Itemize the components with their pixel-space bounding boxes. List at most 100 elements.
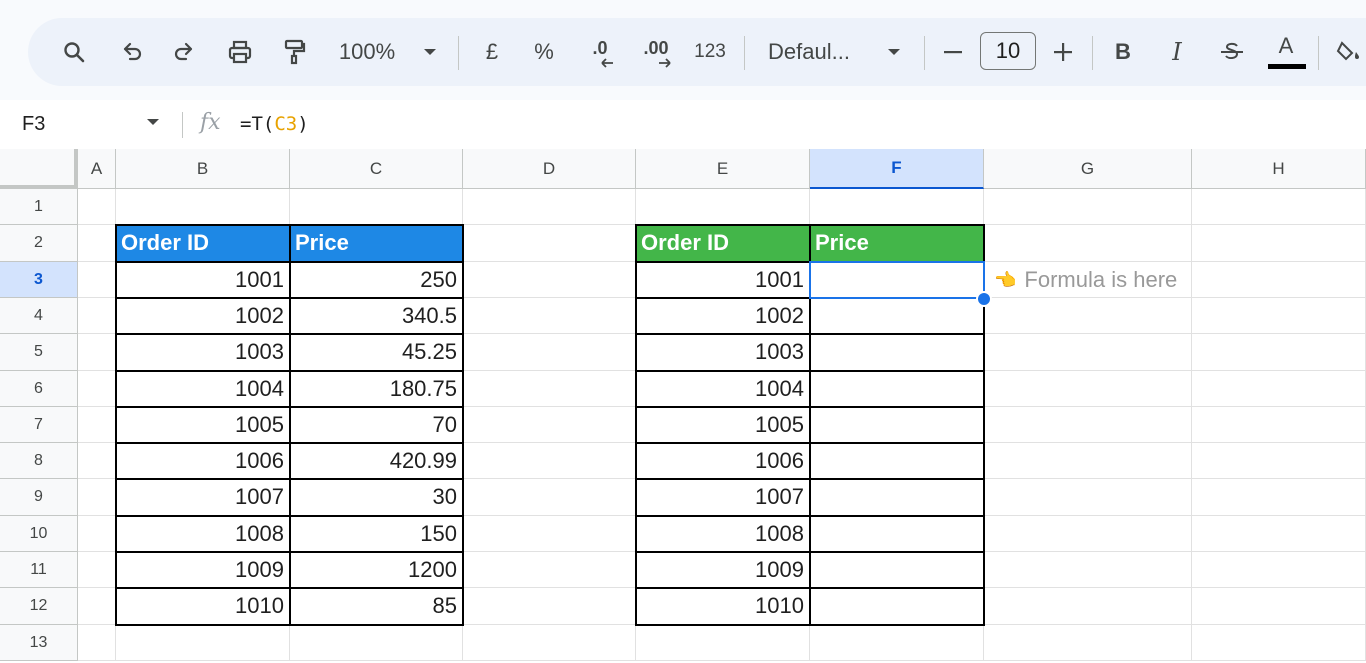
cell-h12[interactable] <box>1192 588 1366 625</box>
row-header-10[interactable]: 10 <box>0 516 78 552</box>
strikethrough-icon[interactable] <box>1216 18 1248 86</box>
cell-a6[interactable] <box>78 371 116 407</box>
cell-e13[interactable] <box>636 625 810 661</box>
fill-handle[interactable] <box>976 291 992 307</box>
decrease-decimal-button[interactable]: .0 <box>580 18 620 86</box>
cell-b3[interactable]: 1001 <box>116 262 290 298</box>
row-header-3[interactable]: 3 <box>0 262 78 298</box>
cell-e5[interactable]: 1003 <box>636 334 810 371</box>
cell-h5[interactable] <box>1192 334 1366 371</box>
cell-f8[interactable] <box>810 443 984 479</box>
row-header-4[interactable]: 4 <box>0 298 78 334</box>
increase-font-size-icon[interactable] <box>1048 18 1078 86</box>
more-formats-button[interactable]: 123 <box>690 18 730 86</box>
cell-e9[interactable]: 1007 <box>636 479 810 516</box>
print-icon[interactable] <box>222 18 258 86</box>
cell-a9[interactable] <box>78 479 116 516</box>
cell-f6[interactable] <box>810 371 984 407</box>
font-select[interactable]: Defaul... <box>768 18 868 86</box>
row-header-1[interactable]: 1 <box>0 189 78 225</box>
cell-d9[interactable] <box>463 479 636 516</box>
cell-a10[interactable] <box>78 516 116 552</box>
formula-input[interactable]: =T(C3) <box>240 100 309 148</box>
cell-a12[interactable] <box>78 588 116 625</box>
cell-h10[interactable] <box>1192 516 1366 552</box>
cell-c6[interactable]: 180.75 <box>290 371 463 407</box>
cell-g11[interactable] <box>984 552 1192 588</box>
row-header-5[interactable]: 5 <box>0 334 78 371</box>
cell-h4[interactable] <box>1192 298 1366 334</box>
cell-d12[interactable] <box>463 588 636 625</box>
cell-h13[interactable] <box>1192 625 1366 661</box>
cell-b13[interactable] <box>116 625 290 661</box>
italic-button[interactable]: I <box>1162 18 1192 86</box>
cell-f7[interactable] <box>810 407 984 443</box>
zoom-select[interactable]: 100% <box>332 18 402 86</box>
cell-h11[interactable] <box>1192 552 1366 588</box>
cell-e8[interactable]: 1006 <box>636 443 810 479</box>
column-header-e[interactable]: E <box>636 149 810 189</box>
cell-c12[interactable]: 85 <box>290 588 463 625</box>
spreadsheet-grid[interactable]: A B C D E F G H 1 2 Order ID Price Order ID Price 3 100… <box>0 149 1366 663</box>
column-header-h[interactable]: H <box>1192 149 1366 189</box>
cell-h6[interactable] <box>1192 371 1366 407</box>
cell-c9[interactable]: 30 <box>290 479 463 516</box>
font-size-input[interactable]: 10 <box>980 32 1036 70</box>
row-header-8[interactable]: 8 <box>0 443 78 479</box>
cell-e3[interactable]: 1001 <box>636 262 810 298</box>
cell-c10[interactable]: 150 <box>290 516 463 552</box>
cell-g4[interactable] <box>984 298 1192 334</box>
cell-h9[interactable] <box>1192 479 1366 516</box>
cell-g7[interactable] <box>984 407 1192 443</box>
cell-a13[interactable] <box>78 625 116 661</box>
cell-c2[interactable]: Price <box>290 225 463 262</box>
cell-d4[interactable] <box>463 298 636 334</box>
cell-e1[interactable] <box>636 189 810 225</box>
fill-color-icon[interactable] <box>1334 18 1366 86</box>
cell-f10[interactable] <box>810 516 984 552</box>
column-header-d[interactable]: D <box>463 149 636 189</box>
cell-b11[interactable]: 1009 <box>116 552 290 588</box>
cell-b7[interactable]: 1005 <box>116 407 290 443</box>
cell-e4[interactable]: 1002 <box>636 298 810 334</box>
currency-format-button[interactable]: £ <box>478 18 506 86</box>
column-header-b[interactable]: B <box>116 149 290 189</box>
cell-b10[interactable]: 1008 <box>116 516 290 552</box>
row-header-7[interactable]: 7 <box>0 407 78 443</box>
cell-a3[interactable] <box>78 262 116 298</box>
column-header-g[interactable]: G <box>984 149 1192 189</box>
cell-a5[interactable] <box>78 334 116 371</box>
cell-c5[interactable]: 45.25 <box>290 334 463 371</box>
name-box-dropdown-icon[interactable] <box>146 118 160 126</box>
cell-h3[interactable] <box>1192 262 1366 298</box>
row-header-12[interactable]: 12 <box>0 588 78 625</box>
cell-c1[interactable] <box>290 189 463 225</box>
paint-format-icon[interactable] <box>276 18 312 86</box>
cell-h2[interactable] <box>1192 225 1366 262</box>
cell-a4[interactable] <box>78 298 116 334</box>
redo-icon[interactable] <box>166 18 202 86</box>
cell-g13[interactable] <box>984 625 1192 661</box>
cell-g8[interactable] <box>984 443 1192 479</box>
cell-d3[interactable] <box>463 262 636 298</box>
cell-b4[interactable]: 1002 <box>116 298 290 334</box>
cell-a1[interactable] <box>78 189 116 225</box>
cell-c3[interactable]: 250 <box>290 262 463 298</box>
name-box[interactable]: F3 <box>22 100 45 148</box>
cell-c4[interactable]: 340.5 <box>290 298 463 334</box>
cell-b8[interactable]: 1006 <box>116 443 290 479</box>
cell-f3[interactable] <box>810 262 984 298</box>
cell-e6[interactable]: 1004 <box>636 371 810 407</box>
column-header-f[interactable]: F <box>810 149 984 189</box>
cell-g2[interactable] <box>984 225 1192 262</box>
cell-f11[interactable] <box>810 552 984 588</box>
cell-a2[interactable] <box>78 225 116 262</box>
cell-g5[interactable] <box>984 334 1192 371</box>
text-color-button[interactable]: A <box>1266 18 1306 86</box>
cell-e2[interactable]: Order ID <box>636 225 810 262</box>
cell-h8[interactable] <box>1192 443 1366 479</box>
cell-b9[interactable]: 1007 <box>116 479 290 516</box>
cell-f12[interactable] <box>810 588 984 625</box>
cell-c11[interactable]: 1200 <box>290 552 463 588</box>
cell-g10[interactable] <box>984 516 1192 552</box>
